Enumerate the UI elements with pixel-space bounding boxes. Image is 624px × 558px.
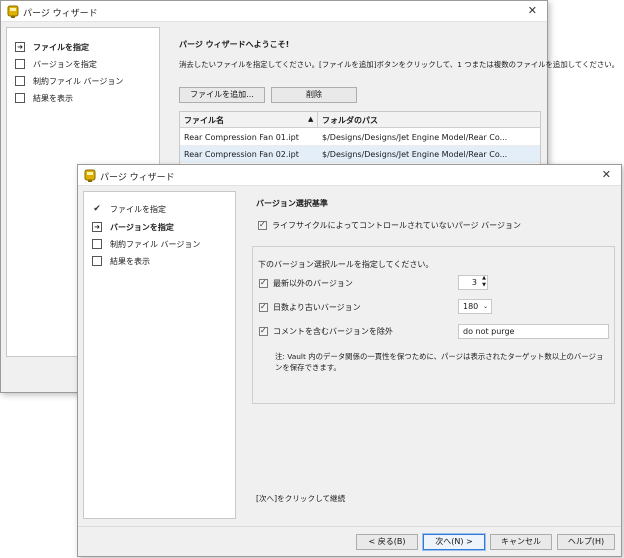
back-nav-label: バージョンを指定 <box>33 59 97 69</box>
table-row[interactable]: Rear Compression Fan 01.ipt $/Designs/De… <box>180 129 540 146</box>
days-rule-checkbox[interactable] <box>259 302 268 312</box>
back-button[interactable]: < 戻る(B) <box>356 534 418 550</box>
front-title-bar: パージ ウィザード ✕ <box>78 165 621 186</box>
back-nav-item-versions[interactable]: バージョンを指定 <box>15 58 97 70</box>
file-table: ファイル名 ▲ フォルダのパス Rear Compression Fan 01.… <box>179 111 541 171</box>
back-title-bar: パージ ウィザード ✕ <box>1 1 547 22</box>
chevron-down-icon[interactable]: ⌄ <box>483 300 488 313</box>
latest-version-stepper[interactable]: 3 ▲ ▼ <box>458 275 488 290</box>
checkmark-icon: ✔ <box>93 204 101 214</box>
back-window-title: パージ ウィザード <box>23 9 98 19</box>
lifecycle-checkbox[interactable] <box>258 220 267 230</box>
comment-input[interactable]: do not purge <box>458 324 609 339</box>
sort-ascending-icon[interactable]: ▲ <box>308 115 313 123</box>
back-heading: パージ ウィザードへようこそ! <box>179 40 290 49</box>
vault-logo-icon <box>7 5 19 18</box>
latest-rule-label: 最新以外のバージョン <box>273 279 353 288</box>
back-nav-item-constraint[interactable]: 制約ファイル バージョン <box>15 75 123 87</box>
front-nav-item-files[interactable]: ✔ ファイルを指定 <box>92 203 166 215</box>
comment-rule-checkbox[interactable] <box>259 326 268 336</box>
cell-filename: Rear Compression Fan 02.ipt <box>184 150 299 159</box>
back-nav-label: ファイルを指定 <box>33 42 89 52</box>
back-nav-item-results[interactable]: 結果を表示 <box>15 92 73 104</box>
file-table-header: ファイル名 ▲ フォルダのパス <box>180 112 540 128</box>
add-file-button[interactable]: ファイルを追加... <box>179 87 265 103</box>
back-nav-item-files[interactable]: ➜ ファイルを指定 <box>15 41 89 53</box>
front-window-title: パージ ウィザード <box>100 173 175 183</box>
days-rule-label: 日数より古いバージョン <box>273 303 361 312</box>
stepper-up-icon[interactable]: ▲ <box>482 275 486 281</box>
latest-version-value: 3 <box>471 278 477 287</box>
comment-rule-label: コメントを含むバージョンを除外 <box>273 327 393 336</box>
front-nav-label: 制約ファイル バージョン <box>110 239 201 249</box>
current-step-arrow-icon: ➜ <box>15 42 25 52</box>
help-button[interactable]: ヘルプ(H) <box>557 534 615 550</box>
cell-filename: Rear Compression Fan 01.ipt <box>184 133 299 142</box>
stepper-down-icon[interactable]: ▼ <box>482 282 486 288</box>
front-nav-panel: ✔ ファイルを指定 ➜ バージョンを指定 制約ファイル バージョン 結果を表示 <box>83 191 236 519</box>
days-select[interactable]: 180 ⌄ <box>458 299 492 314</box>
front-nav-item-results[interactable]: 結果を表示 <box>92 255 150 267</box>
front-wizard-window: パージ ウィザード ✕ ✔ ファイルを指定 ➜ バージョンを指定 制約ファイル … <box>77 164 622 557</box>
delete-button[interactable]: 削除 <box>271 87 357 103</box>
column-header-filename[interactable]: ファイル名 <box>184 115 224 126</box>
back-nav-label: 制約ファイル バージョン <box>33 76 124 86</box>
consistency-note: 注: Vault 内のデータ関係の一貫性を保つために、パージは表示されたターゲッ… <box>275 352 604 372</box>
step-box-icon <box>92 256 102 266</box>
vault-logo-icon <box>84 169 96 182</box>
column-divider[interactable] <box>317 112 318 128</box>
cancel-button[interactable]: キャンセル <box>490 534 552 550</box>
cell-folder: $/Designs/Designs/Jet Engine Model/Rear … <box>322 150 508 159</box>
days-value: 180 <box>463 302 479 311</box>
front-nav-item-versions[interactable]: ➜ バージョンを指定 <box>92 221 174 233</box>
back-close-icon[interactable]: ✕ <box>528 4 537 17</box>
cell-folder: $/Designs/Designs/Jet Engine Model/Rear … <box>322 133 508 142</box>
step-box-icon <box>15 93 25 103</box>
latest-rule-checkbox[interactable] <box>259 278 268 288</box>
continue-hint: [次へ]をクリックして継続 <box>256 494 346 503</box>
rules-group: 下のバージョン選択ルールを指定してください。 最新以外のバージョン 3 ▲ ▼ … <box>252 246 615 404</box>
front-close-icon[interactable]: ✕ <box>602 168 611 181</box>
next-button[interactable]: 次へ(N) > <box>422 533 486 551</box>
front-nav-label: バージョンを指定 <box>110 222 174 232</box>
front-nav-label: 結果を表示 <box>110 256 150 266</box>
current-step-arrow-icon: ➜ <box>92 222 102 232</box>
front-nav-label: ファイルを指定 <box>110 204 166 214</box>
front-nav-item-constraint[interactable]: 制約ファイル バージョン <box>92 238 200 250</box>
table-row-selected[interactable]: Rear Compression Fan 02.ipt $/Designs/De… <box>180 146 540 163</box>
step-box-icon <box>92 239 102 249</box>
rules-prompt: 下のバージョン選択ルールを指定してください。 <box>258 260 434 269</box>
footer-divider <box>78 526 621 527</box>
lifecycle-label: ライフサイクルによってコントロールされていないパージ バージョン <box>272 221 521 230</box>
section-title: バージョン選択基準 <box>256 199 328 208</box>
step-box-icon <box>15 59 25 69</box>
back-nav-label: 結果を表示 <box>33 93 73 103</box>
back-instruction: 消去したいファイルを指定してください。[ファイルを追加]ボタンをクリックして、1… <box>179 60 620 69</box>
step-box-icon <box>15 76 25 86</box>
column-header-folder[interactable]: フォルダのパス <box>322 115 378 126</box>
